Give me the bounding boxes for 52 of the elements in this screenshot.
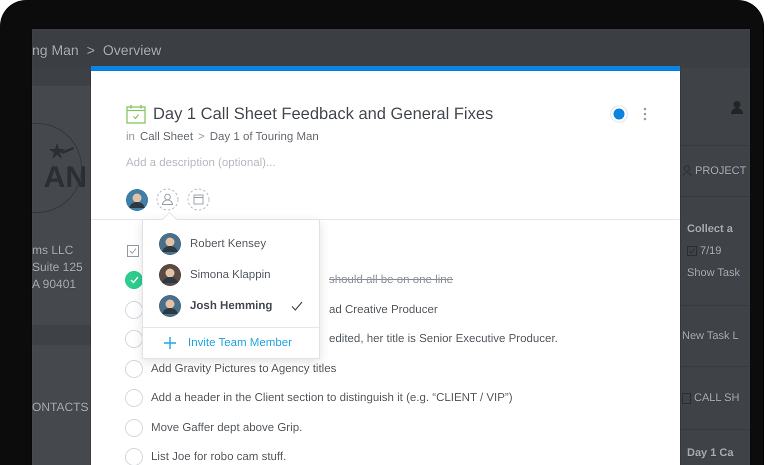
avatar-icon[interactable]: [126, 188, 148, 210]
more-icon[interactable]: [643, 107, 647, 121]
task-checkbox[interactable]: [125, 389, 143, 408]
plus-icon: [164, 337, 176, 349]
new-task-list-link[interactable]: New Task L: [682, 330, 739, 342]
task-checkbox[interactable]: [125, 418, 143, 437]
task-checkbox[interactable]: [125, 360, 143, 378]
task-text: ad Creative Producer: [329, 304, 438, 316]
member-item[interactable]: Josh Hemming: [143, 290, 319, 321]
calendar-check-icon: [126, 104, 146, 124]
task-text: List Joe for robo cam stuff.: [151, 451, 286, 464]
avatar-icon: [159, 232, 181, 254]
call-sheet-title: Day 1 Ca: [687, 447, 734, 459]
task-list-title: Collect a: [687, 223, 733, 235]
task-text: edited, her title is Senior Executive Producer.: [329, 333, 558, 346]
status-dot-icon[interactable]: [610, 105, 628, 123]
address-line: Suite 125: [32, 260, 84, 274]
breadcrumb-link[interactable]: ng Man: [32, 42, 79, 58]
address-line: ms LLC: [32, 243, 74, 257]
breadcrumb-link[interactable]: Overview: [102, 42, 162, 58]
check-icon: [130, 276, 138, 284]
add-assignee-icon[interactable]: [156, 188, 179, 211]
task-checkbox[interactable]: [125, 448, 143, 465]
address-line: A 90401: [32, 277, 78, 291]
section-label: CALL SH: [694, 392, 740, 404]
member-name: Josh Hemming: [190, 300, 274, 312]
section-label: PROJECT: [695, 165, 746, 177]
invite-team-member-button[interactable]: Invite Team Member: [143, 328, 319, 358]
section-title: ONTACTS: [32, 400, 90, 414]
task-text: Move Gaffer dept above Grip.: [151, 422, 302, 434]
show-tasks-link[interactable]: Show Task: [687, 267, 740, 279]
breadcrumb-separator: >: [198, 131, 205, 143]
breadcrumb-separator: >: [86, 42, 95, 58]
member-name: Simona Klappin: [190, 268, 272, 280]
check-icon: [291, 300, 303, 310]
task-text: Add Gravity Pictures to Agency titles: [151, 362, 336, 375]
task-title: Day 1 Call Sheet Feedback and General Fixes: [153, 104, 494, 124]
task-text: Add a header in the Client section to distinguish it (e.g. “CLIENT / VIP”): [151, 392, 513, 404]
breadcrumb-link[interactable]: Call Sheet: [140, 131, 194, 143]
member-name: Robert Kensey: [190, 238, 268, 250]
checklist-icon[interactable]: [127, 244, 139, 257]
due-date-icon[interactable]: [187, 188, 210, 211]
member-item[interactable]: Robert Kensey: [143, 228, 319, 259]
avatar-icon: [159, 294, 181, 316]
breadcrumb-prefix: in: [126, 131, 135, 143]
task-count: 7/19: [700, 245, 722, 257]
member-item[interactable]: Simona Klappin: [143, 259, 319, 290]
task-text: should all be on one line: [329, 274, 454, 286]
task-checkbox[interactable]: [125, 271, 143, 290]
breadcrumb-link[interactable]: Day 1 of Touring Man: [210, 131, 319, 143]
avatar-icon: [159, 264, 181, 286]
user-icon: [730, 100, 744, 114]
